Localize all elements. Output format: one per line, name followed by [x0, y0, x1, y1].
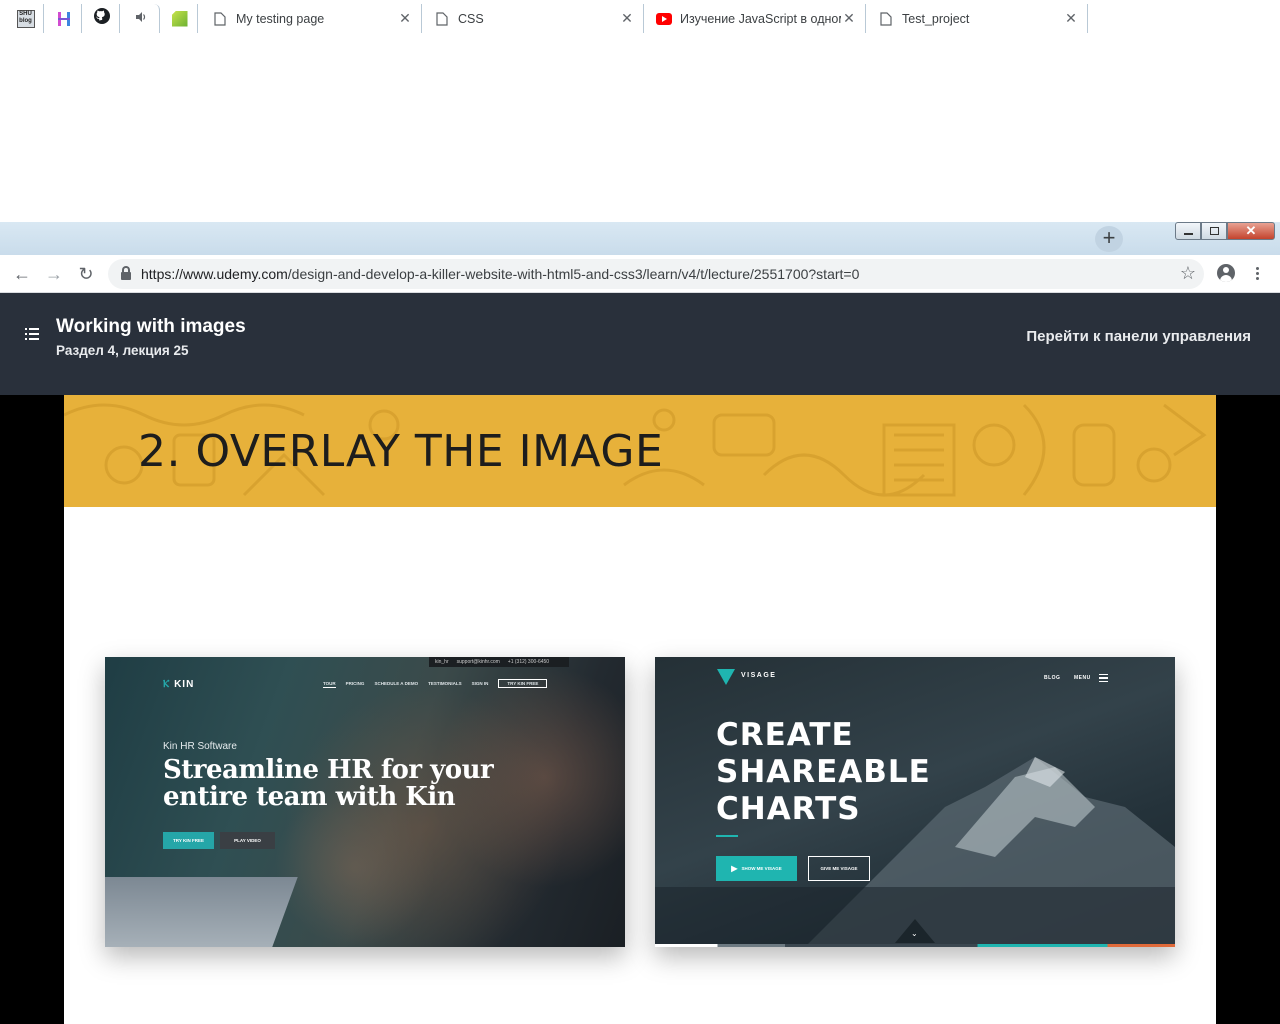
h-logo-icon — [57, 11, 71, 26]
shu-blog-icon: SHU blog — [16, 9, 35, 28]
account-button[interactable] — [1217, 264, 1235, 282]
visage-logo-icon — [717, 669, 735, 685]
arrow-left-icon: ← — [13, 264, 31, 284]
tab-title: CSS — [458, 11, 484, 26]
minimize-button[interactable] — [1175, 222, 1201, 240]
kin-play-video-button: PLAY VIDEO — [220, 832, 275, 849]
curriculum-list-icon[interactable] — [25, 328, 39, 340]
laptop-shape — [105, 877, 298, 947]
kin-topbar: kin_hr support@kinhr.com +1 (312) 300-6450 — [429, 657, 569, 667]
page-icon — [878, 11, 894, 27]
pinned-tab-h[interactable] — [46, 4, 82, 33]
forward-button[interactable]: → — [42, 263, 66, 285]
visage-headline: CREATE SHAREABLE CHARTS — [716, 717, 931, 827]
back-button[interactable]: ← — [10, 263, 34, 285]
close-icon[interactable]: ✕ — [619, 10, 635, 27]
kebab-menu-icon — [1256, 267, 1259, 270]
close-window-button[interactable]: ✕ — [1227, 222, 1275, 240]
tab-title: My testing page — [236, 11, 325, 26]
kin-nav: TOUR PRICING SCHEDULE A DEMO TESTIMONIAL… — [323, 679, 548, 688]
pinned-tab-github[interactable] — [84, 4, 120, 33]
visage-show-me-button: ▶ SHOW ME VISAGE — [716, 856, 797, 881]
visage-color-bar — [655, 944, 1175, 947]
youtube-icon — [656, 11, 672, 27]
green-leaf-icon — [171, 10, 188, 27]
go-to-dashboard-link[interactable]: Перейти к панели управления — [1026, 328, 1251, 345]
arrow-right-icon: → — [45, 264, 63, 284]
tab-title: Изучение JavaScript в одном — [680, 11, 841, 26]
visage-give-me-button: GIVE ME VISAGE — [808, 856, 870, 881]
lock-icon — [121, 266, 131, 280]
kin-logo: Ⲕ KIN — [163, 679, 195, 690]
pinned-tab-shu-blog[interactable]: SHU blog — [8, 4, 44, 33]
kin-headline: Streamline HR for your entire team with … — [163, 755, 494, 812]
tab-youtube-javascript[interactable]: Изучение JavaScript в одном ✕ — [644, 4, 866, 33]
visage-nav-blog: BLOG — [1044, 675, 1061, 681]
blank-top-area — [0, 0, 1280, 222]
page-icon — [434, 11, 450, 27]
browser-toolbar: ← → ↻ https://www.udemy.com/design-and-d… — [0, 255, 1280, 293]
lecture-title: Working with images — [56, 316, 246, 337]
kin-website-screenshot: kin_hr support@kinhr.com +1 (312) 300-6450… — [105, 657, 625, 947]
visage-logo: VISAGE — [741, 672, 777, 679]
account-icon — [1223, 267, 1229, 273]
lecture-subtitle: Раздел 4, лекция 25 — [56, 343, 189, 358]
visage-website-screenshot: VISAGE BLOG MENU CREATE SHAREABLE CHARTS… — [655, 657, 1175, 947]
tab-css[interactable]: CSS ✕ — [422, 4, 644, 33]
speaker-icon — [135, 10, 147, 28]
reload-button[interactable]: ↻ — [74, 263, 98, 285]
visage-accent-line — [716, 835, 738, 837]
hamburger-icon — [1099, 674, 1108, 682]
tab-strip — [0, 222, 1280, 255]
restore-icon — [1209, 227, 1219, 235]
play-icon: ▶ — [731, 864, 738, 873]
tab-title: Test_project — [902, 11, 970, 26]
address-bar[interactable]: https://www.udemy.com/design-and-develop… — [108, 259, 1204, 289]
close-icon[interactable]: ✕ — [841, 10, 857, 27]
bookmark-star-icon[interactable]: ☆ — [1180, 263, 1196, 284]
pinned-tab-green[interactable] — [162, 4, 198, 33]
page-icon — [212, 11, 228, 27]
tab-my-testing-page[interactable]: My testing page ✕ — [200, 4, 422, 33]
kin-try-free-button: TRY KIN FREE — [163, 832, 214, 849]
minimize-icon — [1183, 232, 1193, 235]
tab-test-project[interactable]: Test_project ✕ — [866, 4, 1088, 33]
pinned-tab-active-audio[interactable] — [122, 4, 160, 33]
kin-eyebrow: Kin HR Software — [163, 741, 237, 752]
close-window-icon: ✕ — [1245, 223, 1257, 238]
close-icon[interactable]: ✕ — [397, 10, 413, 27]
browser-menu-button[interactable] — [1252, 265, 1264, 283]
restore-button[interactable] — [1201, 222, 1227, 240]
new-tab-button[interactable]: + — [1095, 226, 1123, 252]
reload-icon: ↻ — [78, 264, 94, 284]
close-icon[interactable]: ✕ — [1063, 10, 1079, 27]
slide-title: 2. OVERLAY THE IMAGE — [138, 426, 664, 477]
url-text: https://www.udemy.com/design-and-develop… — [141, 266, 860, 282]
github-icon — [93, 8, 110, 29]
chevron-down-icon: ⌄ — [911, 929, 918, 938]
visage-nav-menu: MENU — [1074, 675, 1091, 681]
